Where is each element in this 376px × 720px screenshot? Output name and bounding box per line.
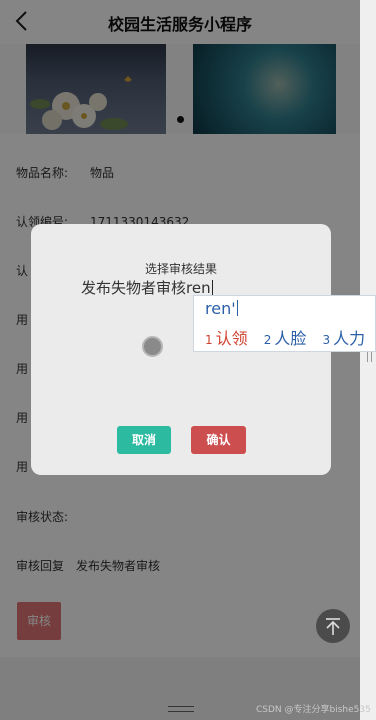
back-to-top-button[interactable]	[316, 609, 350, 643]
ime-composition: ren'	[205, 299, 238, 318]
composition-caret	[236, 300, 238, 316]
candidate-number: 1	[205, 333, 213, 347]
text-caret	[211, 280, 213, 295]
candidate-text: 人脸	[274, 329, 307, 348]
app-screen: 校园生活服务小程序 物品名称: 物品 认领编号: 1711330143632 认 用…	[0, 0, 360, 720]
cancel-button[interactable]: 取消	[117, 426, 171, 454]
confirm-button[interactable]: 确认	[191, 426, 246, 454]
candidate-number: 2	[263, 333, 272, 347]
arrow-up-icon	[326, 618, 340, 635]
input-text: 发布失物者审核ren	[81, 279, 211, 297]
ime-candidate-popup: ren' 1 认领 2 人脸 3 人力	[193, 295, 376, 352]
ime-candidate-1[interactable]: 1 认领	[205, 325, 248, 349]
dialog-title: 选择审核结果	[144, 262, 217, 276]
candidate-text: 认领	[215, 329, 248, 348]
candidate-number: 3	[322, 333, 331, 347]
ime-candidate-3[interactable]: 3 人力	[323, 325, 366, 349]
candidate-text: 人力	[333, 329, 366, 348]
watermark: CSDN @专注分享bishe535	[256, 705, 371, 715]
ime-candidate-list: 1 认领 2 人脸 3 人力	[205, 325, 376, 349]
radio-button[interactable]	[142, 336, 163, 357]
composition-text: ren'	[205, 299, 236, 318]
ime-candidate-2[interactable]: 2 人脸	[264, 325, 307, 349]
